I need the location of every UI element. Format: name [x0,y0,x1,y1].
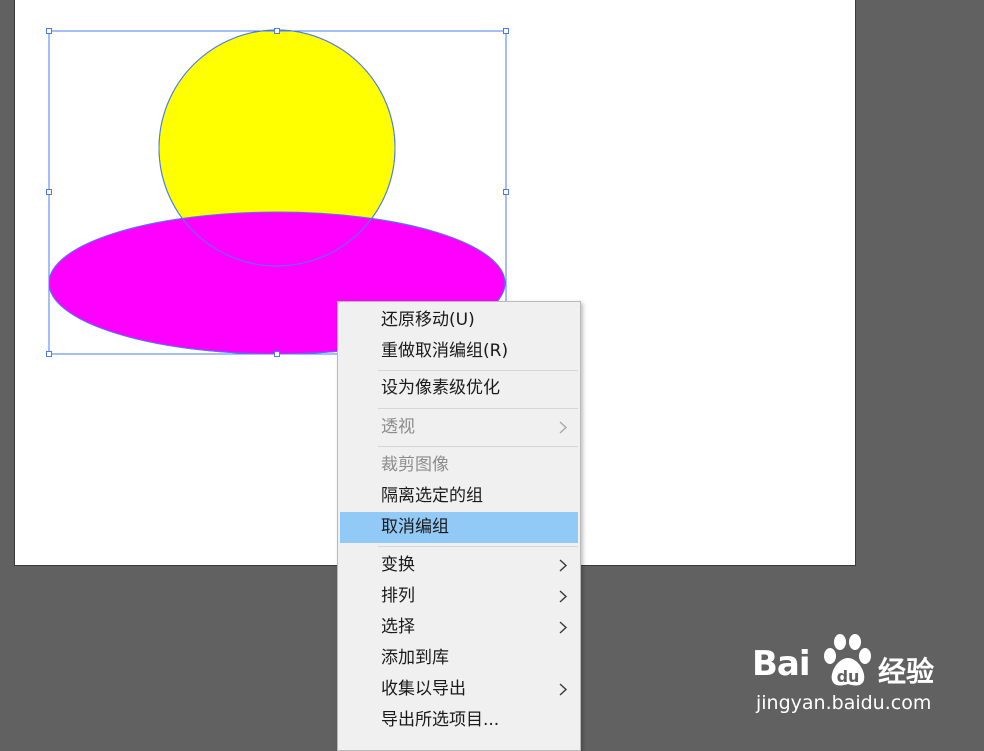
handle-top-center[interactable] [274,28,280,34]
handle-top-right[interactable] [503,28,509,34]
chevron-right-icon [559,421,568,434]
watermark-url: jingyan.baidu.com [756,692,932,714]
watermark-logo-text: Bai [752,644,811,684]
baidu-jingyan-watermark: Bai du 经验 jingyan.baidu.com [752,628,942,718]
handle-bottom-left[interactable] [46,351,52,357]
menu-item-label: 重做取消编组(R) [381,341,509,361]
handle-top-left[interactable] [46,28,52,34]
menu-item-ungroup[interactable]: 取消编组 [340,512,578,543]
menu-item-label: 取消编组 [381,517,449,537]
menu-item-label: 添加到库 [381,648,449,668]
menu-item-collect-for-export[interactable]: 收集以导出 [340,674,578,705]
menu-item-pixel-optimize[interactable]: 设为像素级优化 [340,373,578,404]
handle-middle-right[interactable] [503,189,509,195]
menu-item-label: 变换 [381,555,415,575]
menu-item-transform[interactable]: 变换 [340,550,578,581]
menu-item-crop-image[interactable]: 裁剪图像 [340,450,578,481]
menu-item-undo-move[interactable]: 还原移动(U) [340,305,578,336]
svg-text:du: du [837,667,860,686]
handle-middle-left[interactable] [46,189,52,195]
menu-item-add-to-library[interactable]: 添加到库 [340,643,578,674]
menu-item-label: 还原移动(U) [381,310,475,330]
menu-item-label: 收集以导出 [381,679,466,699]
menu-item-label: 排列 [381,586,415,606]
baidu-paw-icon: du [824,634,871,686]
menu-item-label: 选择 [381,617,415,637]
handle-bottom-center[interactable] [274,351,280,357]
menu-item-label: 隔离选定的组 [381,486,483,506]
menu-item-label: 导出所选项目... [381,710,500,730]
menu-separator [378,370,578,371]
menu-item-arrange[interactable]: 排列 [340,581,578,612]
context-menu: 还原移动(U) 重做取消编组(R) 设为像素级优化 透视 裁剪图像 隔离选定的组… [337,301,581,751]
menu-item-isolate-group[interactable]: 隔离选定的组 [340,481,578,512]
menu-separator [378,446,578,447]
menu-item-label: 透视 [381,417,415,437]
menu-item-select[interactable]: 选择 [340,612,578,643]
menu-separator [378,408,578,409]
menu-item-redo-ungroup[interactable]: 重做取消编组(R) [340,336,578,367]
menu-separator [378,546,578,547]
chevron-right-icon [559,683,568,696]
menu-item-label: 裁剪图像 [381,455,449,475]
watermark-jingyan-text: 经验 [878,655,935,688]
chevron-right-icon [559,559,568,572]
menu-item-label: 设为像素级优化 [381,378,500,398]
chevron-right-icon [559,590,568,603]
menu-item-perspective[interactable]: 透视 [340,412,578,443]
menu-item-export-selection[interactable]: 导出所选项目... [340,705,578,736]
chevron-right-icon [559,621,568,634]
